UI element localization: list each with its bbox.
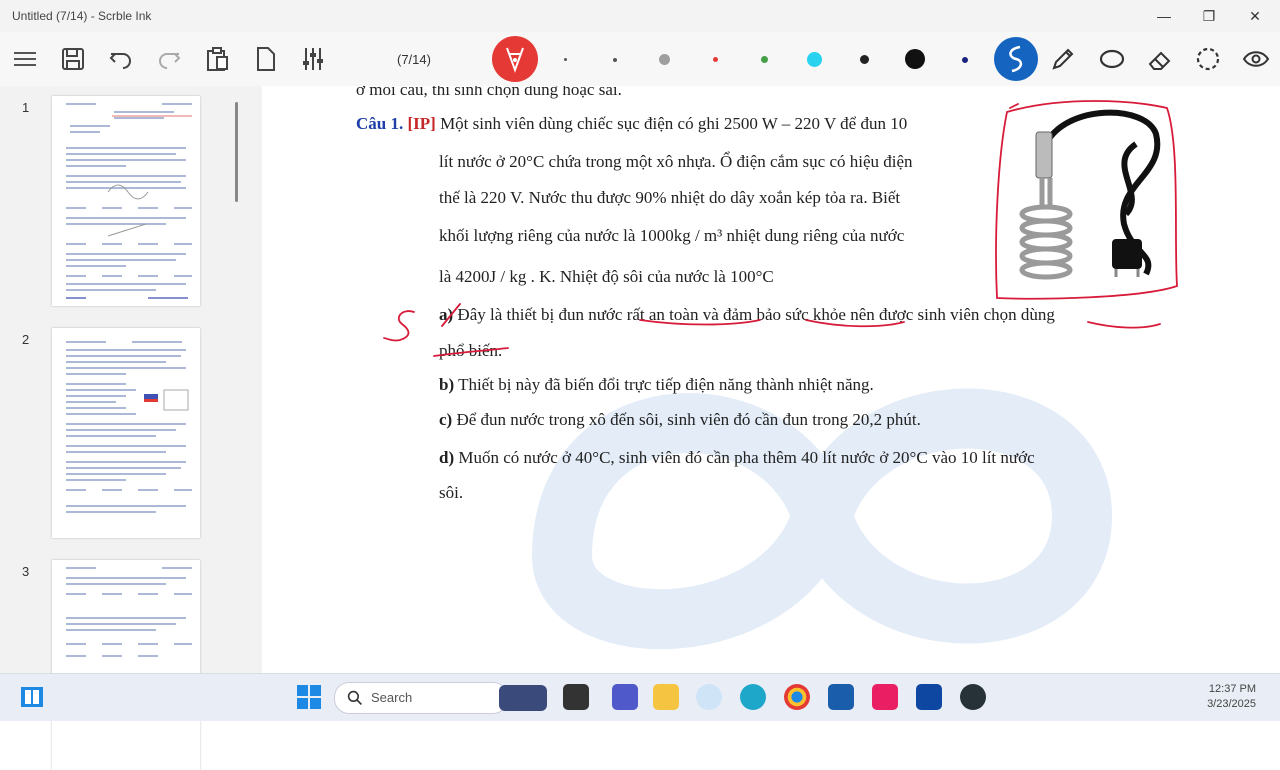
taskbar: Search 12:37 PM 3/23/2025 [0, 673, 1280, 721]
redo-icon[interactable] [154, 44, 184, 74]
pencil-icon[interactable] [1048, 44, 1078, 74]
window-title: Untitled (7/14) - Scrble Ink [12, 9, 152, 23]
save-icon[interactable] [58, 44, 88, 74]
page-thumbnail-1[interactable] [52, 96, 200, 306]
answer-c: c) Để đun nước trong xô đến sôi, sinh vi… [439, 410, 921, 430]
doc-line-0: ở mỗi câu, thí sinh chọn đúng hoặc sai. [356, 86, 622, 99]
system-clock[interactable]: 12:37 PM 3/23/2025 [1207, 682, 1256, 712]
page-thumbnail-sidebar: 1 2 3 [0, 86, 262, 770]
answer-b: b) Thiết bị này đã biến đổi trực tiếp đi… [439, 375, 874, 395]
search-placeholder: Search [371, 690, 413, 705]
immersion-heater-image [1008, 106, 1174, 292]
answer-b-text: Thiết bị này đã biến đổi trực tiếp điện … [458, 375, 874, 394]
answer-b-label: b) [439, 375, 455, 394]
page-indicator: (7/14) [397, 52, 431, 67]
doc-line-5: là 4200J / kg . K. Nhiệt độ sôi của nước… [439, 267, 774, 286]
sidebar-scrollbar[interactable] [235, 102, 238, 202]
selection-circle-icon[interactable] [1193, 44, 1223, 74]
view-eye-icon[interactable] [1241, 44, 1271, 74]
taskbar-app-terminal-icon[interactable] [563, 684, 589, 710]
start-windows-icon[interactable] [296, 684, 322, 710]
page-thumbnail-2[interactable] [52, 328, 200, 538]
page-thumbnail-3[interactable] [52, 560, 200, 770]
size-dot-2[interactable] [613, 58, 617, 62]
active-pen-button[interactable] [492, 36, 538, 82]
question-header: Câu 1. [IP] Một sinh viên dùng chiếc sục… [356, 114, 907, 134]
taskbar-edge-icon[interactable] [740, 684, 766, 710]
settings-sliders-icon[interactable] [298, 44, 328, 74]
page-number-2: 2 [22, 332, 30, 347]
color-dark-small[interactable] [860, 55, 869, 64]
shape-ellipse-icon[interactable] [1097, 44, 1127, 74]
color-black[interactable] [905, 49, 925, 69]
clock-time: 12:37 PM [1208, 683, 1256, 695]
color-navy[interactable] [962, 57, 968, 63]
close-button[interactable]: ✕ [1245, 6, 1265, 26]
taskbar-scrble-ink-icon[interactable] [916, 684, 942, 710]
restore-button[interactable]: ❐ [1199, 6, 1219, 26]
doc-line-1: Một sinh viên dùng chiếc sục điện có ghi… [440, 114, 908, 133]
doc-line-4: khối lượng riêng của nước là 1000kg / m³… [439, 226, 905, 245]
undo-icon[interactable] [106, 44, 136, 74]
question-label: Câu 1. [356, 114, 404, 133]
taskbar-tiktok-icon[interactable] [872, 684, 898, 710]
color-cyan[interactable] [807, 52, 822, 67]
new-page-icon[interactable] [250, 44, 280, 74]
document-canvas[interactable]: ở mỗi câu, thí sinh chọn đúng hoặc sai. … [262, 86, 1280, 673]
taskbar-app-icon[interactable] [960, 684, 986, 710]
clipboard-icon[interactable] [202, 44, 232, 74]
pen-nib-icon [506, 47, 524, 73]
toolbar: (7/14) [0, 32, 1280, 86]
answer-c-label: c) [439, 410, 453, 429]
answer-a-label: a) [439, 305, 454, 324]
answer-d-text: Muốn có nước ở 40°C, sinh viên đó cần ph… [458, 448, 1035, 467]
answer-a: a) Đây là thiết bị đun nước rất an toàn … [439, 305, 1055, 325]
taskbar-chrome-icon[interactable] [784, 684, 810, 710]
color-red[interactable] [713, 57, 718, 62]
doc-line-2: lít nước ở 20°C chứa trong một xô nhựa. … [439, 152, 913, 171]
answer-c-text: Để đun nước trong xô đến sôi, sinh viên … [456, 410, 921, 429]
eraser-icon[interactable] [1145, 44, 1175, 74]
search-icon [347, 690, 362, 705]
question-tag: [IP] [407, 114, 436, 133]
task-view-icon[interactable] [20, 686, 44, 708]
answer-d-label: d) [439, 448, 455, 467]
taskbar-file-explorer-icon[interactable] [653, 684, 679, 710]
menu-icon[interactable] [10, 44, 40, 74]
answer-a-text: Đây là thiết bị đun nước rất an toàn và … [457, 305, 1055, 324]
color-green[interactable] [761, 56, 768, 63]
color-gray[interactable] [659, 54, 670, 65]
answer-a-text-2: phổ biến. [439, 341, 503, 360]
size-dot-1[interactable] [564, 58, 567, 61]
taskbar-word-icon[interactable] [828, 684, 854, 710]
search-highlight-image [499, 685, 547, 711]
doc-line-3: thế là 220 V. Nước thu được 90% nhiệt do… [439, 188, 901, 207]
lasso-icon [1009, 45, 1023, 73]
title-bar: Untitled (7/14) - Scrble Ink — ❐ ✕ [0, 0, 1280, 32]
page-number-1: 1 [22, 100, 30, 115]
taskbar-search[interactable]: Search [334, 682, 547, 714]
minimize-button[interactable]: — [1154, 6, 1174, 26]
taskbar-teams-icon[interactable] [612, 684, 638, 710]
lasso-tool-button[interactable] [994, 37, 1038, 81]
clock-date: 3/23/2025 [1207, 698, 1256, 710]
page-number-3: 3 [22, 564, 30, 579]
answer-d: d) Muốn có nước ở 40°C, sinh viên đó cần… [439, 448, 1035, 468]
answer-d-text-2: sôi. [439, 483, 464, 502]
taskbar-chat-icon[interactable] [696, 684, 722, 710]
